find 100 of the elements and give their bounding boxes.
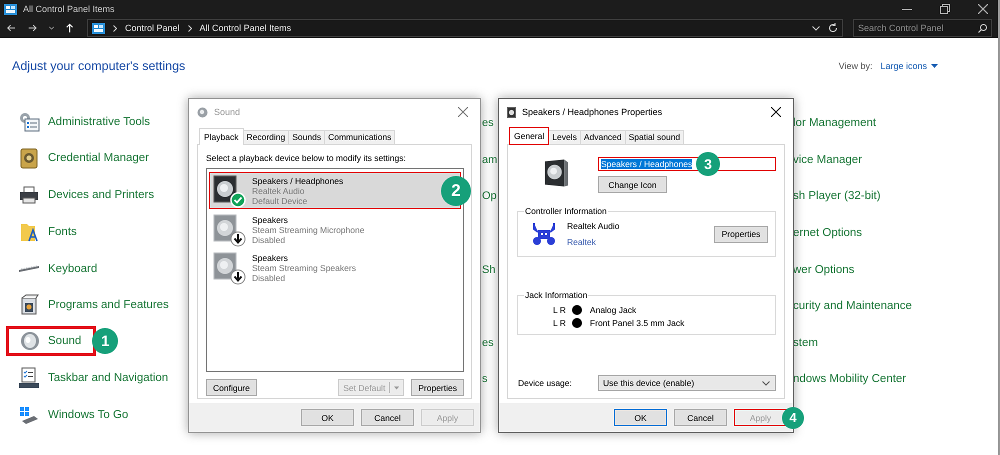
- refresh-icon[interactable]: [828, 23, 838, 33]
- controller-name: Realtek Audio: [567, 221, 620, 231]
- instruction-text: Select a playback device below to modify its settings:: [206, 153, 407, 163]
- minimize-icon[interactable]: [902, 8, 912, 10]
- tab[interactable]: Sounds: [288, 130, 326, 144]
- control-panel-item[interactable]: sh Player (32-bit): [793, 190, 881, 202]
- keyboard-icon: [18, 264, 40, 273]
- control-panel-item[interactable]: Administrative Tools: [6, 106, 166, 137]
- forward-arrow-icon[interactable]: [28, 23, 37, 33]
- chevron-down-icon: [762, 380, 770, 386]
- control-panel-item[interactable]: Taskbar and Navigation: [6, 362, 184, 393]
- control-panel-item[interactable]: Keyboard: [6, 254, 112, 284]
- speaker-down-arrow-icon: [212, 213, 246, 247]
- dropdown-caret-icon[interactable]: [812, 26, 820, 30]
- view-by-label: View by:: [838, 61, 872, 71]
- device-name: Speakers / Headphones: [252, 176, 344, 186]
- control-panel-item[interactable]: stem: [793, 336, 818, 349]
- breadcrumb[interactable]: All Control Panel Items: [200, 23, 292, 33]
- control-panel-item[interactable]: curity and Maintenance: [793, 300, 912, 312]
- dialog-button[interactable]: OK: [614, 409, 667, 426]
- mascot-logo-icon: [531, 222, 557, 246]
- chevron-icon: [188, 24, 192, 32]
- control-panel-item[interactable]: Devices and Printers: [6, 180, 170, 210]
- device-status: Default Device: [252, 196, 308, 206]
- close-icon[interactable]: [978, 4, 988, 14]
- control-panel-item[interactable]: Op: [482, 190, 497, 202]
- control-panel-item[interactable]: am: [482, 154, 498, 166]
- back-arrow-icon[interactable]: [7, 23, 16, 33]
- search-field[interactable]: Search Control Panel: [853, 19, 992, 37]
- step-number-badge: 3: [696, 152, 720, 176]
- control-panel-item[interactable]: es: [482, 117, 494, 130]
- printer-icon: [18, 184, 40, 206]
- close-icon[interactable]: [771, 107, 781, 117]
- properties-button[interactable]: Properties: [411, 379, 464, 396]
- tab[interactable]: Playback: [199, 128, 244, 145]
- tab[interactable]: Communications: [324, 130, 396, 144]
- dialog-button[interactable]: Cancel: [674, 409, 727, 426]
- page-heading: Adjust your computer's settings: [12, 59, 186, 73]
- step-number-badge: 4: [782, 406, 804, 428]
- address-bar[interactable]: Control Panel All Control Panel Items: [87, 19, 843, 37]
- taskbar-icon: [18, 366, 40, 389]
- dialog-title: Speakers / Headphones Properties: [522, 107, 662, 117]
- caret-icon: [394, 386, 400, 390]
- control-panel-icon: [92, 22, 105, 34]
- step-number-badge: 1: [92, 328, 118, 354]
- tab[interactable]: Levels: [548, 130, 581, 144]
- tab[interactable]: Advanced: [580, 130, 626, 144]
- vendor-link[interactable]: Realtek: [567, 237, 620, 247]
- speaker-check-icon: [212, 174, 246, 208]
- window-title: All Control Panel Items: [23, 4, 115, 14]
- dialog-title: Sound: [214, 107, 240, 117]
- device-status: Disabled: [252, 235, 286, 245]
- view-by-dropdown[interactable]: Large icons: [880, 61, 938, 71]
- device-status: Disabled: [252, 273, 286, 283]
- control-panel-item[interactable]: Credential Manager: [6, 143, 164, 174]
- change-icon-button[interactable]: Change Icon: [598, 176, 667, 193]
- device-driver: Steam Streaming Microphone: [252, 225, 364, 235]
- breadcrumb[interactable]: Control Panel: [125, 23, 180, 33]
- chevron-icon: [113, 24, 117, 32]
- channel-label: L R: [553, 304, 566, 314]
- tab[interactable]: Spatial sound: [624, 130, 684, 144]
- device-row[interactable]: Speakers Steam Streaming Microphone Disabled: [209, 213, 461, 247]
- control-panel-item[interactable]: Programs and Features: [6, 290, 184, 320]
- jack-name: Analog Jack: [590, 304, 636, 314]
- device-usage-dropdown[interactable]: Use this device (enable): [598, 375, 776, 391]
- control-panel-item[interactable]: ernet Options: [793, 227, 862, 240]
- control-panel-item[interactable]: lor Management: [793, 117, 876, 130]
- jack-dot-icon: [572, 304, 582, 314]
- device-driver: Realtek Audio: [252, 186, 304, 196]
- properties-button[interactable]: Properties: [714, 226, 768, 242]
- channel-label: L R: [553, 318, 566, 328]
- device-row[interactable]: Speakers Steam Streaming Speakers Disabled: [209, 251, 461, 285]
- control-panel-item[interactable]: Fonts: [6, 216, 92, 247]
- up-arrow-icon[interactable]: [66, 22, 73, 34]
- tab[interactable]: General: [509, 127, 550, 145]
- control-panel-item[interactable]: wer Options: [793, 264, 854, 276]
- control-panel-item[interactable]: Sh: [482, 264, 496, 276]
- speaker-icon: [197, 106, 208, 118]
- control-panel-item[interactable]: vice Manager: [793, 154, 862, 166]
- configure-button[interactable]: Configure: [206, 379, 257, 396]
- control-panel-item[interactable]: es: [482, 336, 494, 349]
- safe-icon: [18, 147, 40, 170]
- control-panel-item[interactable]: Windows To Go: [6, 400, 144, 430]
- speaker-icon: [543, 157, 570, 189]
- control-panel-item[interactable]: ndows Mobility Center: [793, 373, 906, 386]
- jack-dot-icon: [572, 318, 582, 328]
- speaker-icon: [18, 330, 40, 352]
- control-panel-icon: [4, 4, 17, 14]
- search-icon: [978, 24, 987, 32]
- group-title: Controller Information: [524, 206, 608, 216]
- caret-icon: [931, 64, 938, 68]
- device-name: Speakers: [252, 253, 289, 263]
- dropdown-caret-icon[interactable]: [48, 26, 54, 30]
- control-panel-item[interactable]: s: [482, 373, 488, 386]
- dialog-button[interactable]: OK: [301, 409, 354, 426]
- speaker-down-arrow-icon: [212, 251, 246, 285]
- dialog-button[interactable]: Cancel: [361, 409, 414, 426]
- group-title: Jack Information: [524, 290, 588, 300]
- restore-icon[interactable]: [940, 4, 950, 14]
- tab[interactable]: Recording: [242, 130, 290, 144]
